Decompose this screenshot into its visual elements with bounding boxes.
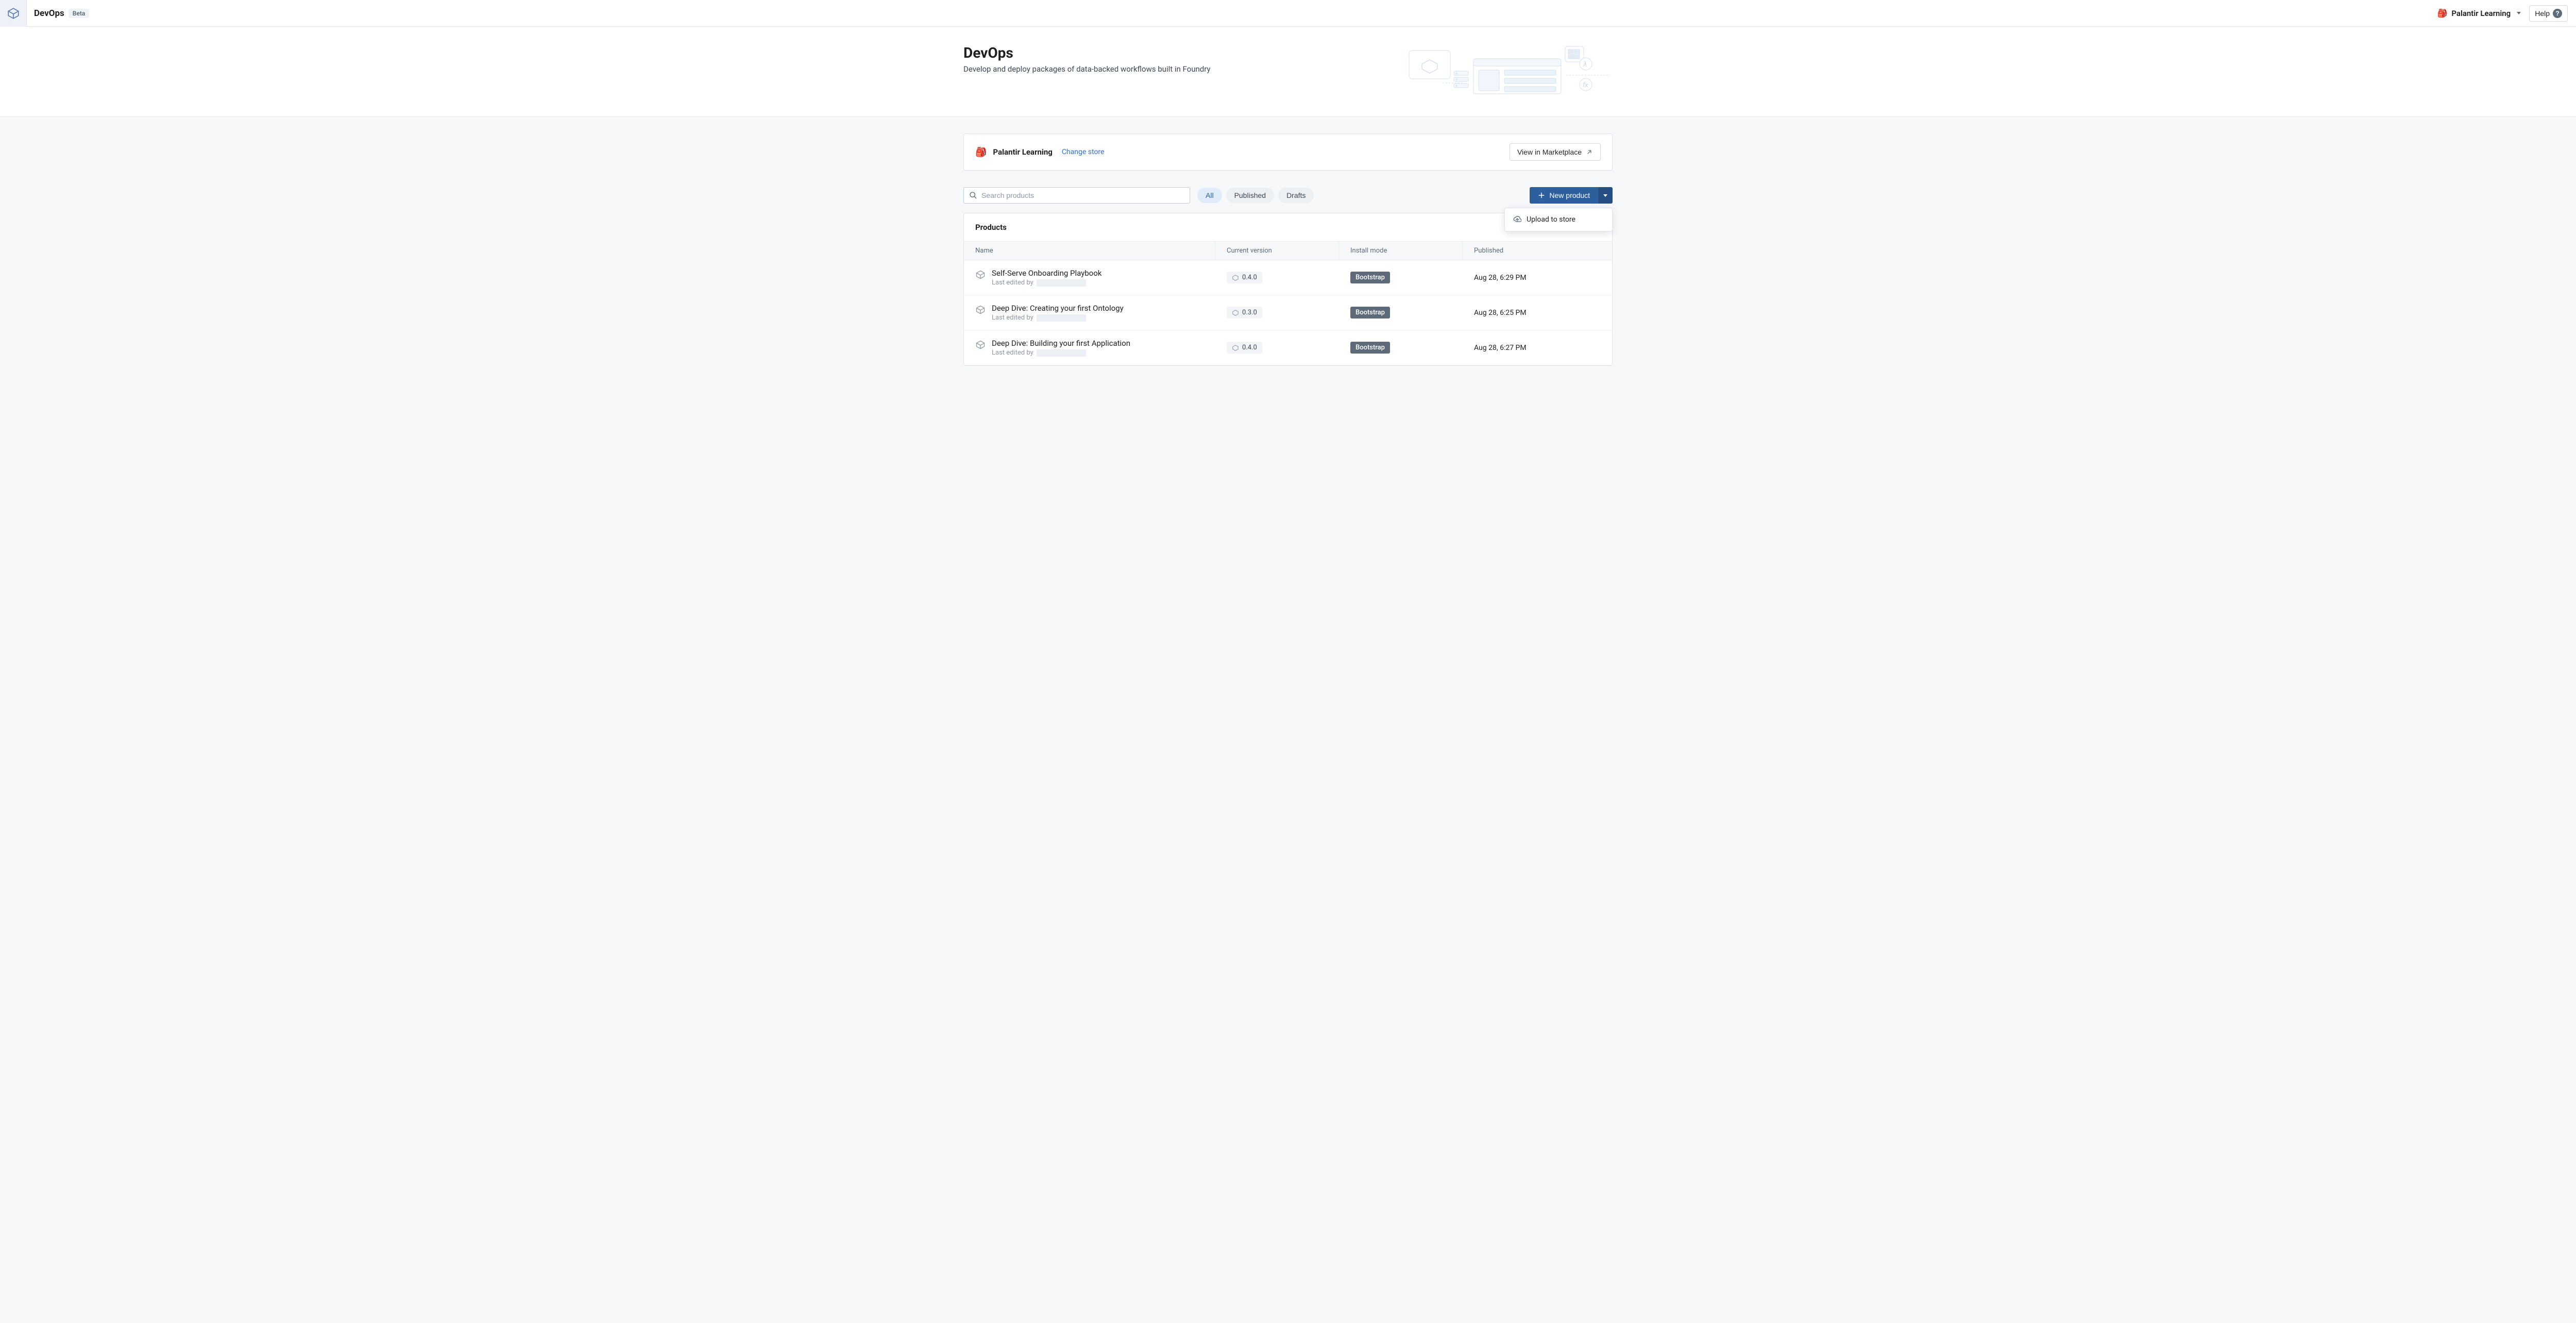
help-icon: ? — [2553, 9, 2562, 18]
tag-icon — [1232, 274, 1239, 281]
filter-pills: All Published Drafts — [1197, 188, 1314, 203]
view-marketplace-button[interactable]: View in Marketplace — [1510, 143, 1601, 161]
svg-text:+: + — [1455, 77, 1458, 82]
app-icon[interactable] — [0, 0, 27, 27]
page-title: DevOps — [963, 44, 1211, 61]
search-icon — [969, 191, 977, 199]
package-icon — [975, 340, 986, 350]
filter-drafts[interactable]: Drafts — [1278, 188, 1314, 203]
view-marketplace-label: View in Marketplace — [1517, 148, 1582, 156]
redacted-user — [1037, 314, 1086, 322]
last-edited: Last edited by — [992, 314, 1124, 322]
help-label: Help — [2535, 9, 2550, 18]
help-button[interactable]: Help ? — [2529, 5, 2568, 22]
plus-icon — [1538, 192, 1545, 199]
page-body: 🎒 Palantir Learning Change store View in… — [0, 117, 2576, 1323]
external-link-icon — [1586, 148, 1593, 156]
hero-illustration: λ fx + + + — [1406, 44, 1613, 98]
product-name: Deep Dive: Creating your first Ontology — [992, 304, 1124, 313]
install-mode-chip: Bootstrap — [1350, 272, 1390, 283]
version-chip: 0.4.0 — [1227, 342, 1262, 354]
upload-to-store-label: Upload to store — [1527, 215, 1575, 224]
last-edited: Last edited by — [992, 279, 1101, 287]
app-title: DevOps — [34, 8, 64, 19]
col-name: Name — [964, 242, 1215, 260]
change-store-link[interactable]: Change store — [1062, 148, 1105, 156]
upload-to-store-item[interactable]: Upload to store — [1505, 211, 1612, 228]
table-row[interactable]: Deep Dive: Building your first Applicati… — [964, 330, 1612, 365]
published-time: Aug 28, 6:25 PM — [1474, 309, 1527, 317]
new-product-dropdown-button[interactable] — [1598, 187, 1613, 204]
search-box[interactable] — [963, 187, 1190, 204]
org-name: Palantir Learning — [2451, 9, 2511, 18]
install-mode-chip: Bootstrap — [1350, 307, 1390, 319]
topbar: DevOps Beta 🎒 Palantir Learning Help ? — [0, 0, 2576, 27]
beta-badge: Beta — [69, 9, 90, 18]
published-time: Aug 28, 6:27 PM — [1474, 344, 1527, 352]
svg-text:+: + — [1455, 83, 1458, 88]
search-input[interactable] — [981, 191, 1184, 199]
filter-all[interactable]: All — [1197, 188, 1222, 203]
version-chip: 0.3.0 — [1227, 307, 1262, 319]
new-product-group: New product — [1530, 187, 1613, 204]
products-card: Products Name Current version Install mo… — [963, 213, 1613, 366]
install-mode-chip: Bootstrap — [1350, 342, 1390, 354]
chevron-down-icon — [1603, 194, 1607, 197]
version-chip: 0.4.0 — [1227, 272, 1262, 283]
new-product-label: New product — [1549, 191, 1590, 199]
products-toolbar: All Published Drafts New product — [963, 187, 1613, 204]
package-icon — [975, 270, 986, 280]
published-time: Aug 28, 6:29 PM — [1474, 274, 1527, 282]
store-banner: 🎒 Palantir Learning Change store View in… — [963, 133, 1613, 171]
backpack-icon: 🎒 — [975, 147, 987, 158]
product-name: Deep Dive: Building your first Applicati… — [992, 339, 1130, 348]
tag-icon — [1232, 344, 1239, 351]
store-name: Palantir Learning — [993, 147, 1052, 157]
devops-box-icon — [7, 7, 20, 20]
last-edited: Last edited by — [992, 349, 1130, 357]
svg-text:fx: fx — [1583, 81, 1588, 89]
filter-published[interactable]: Published — [1226, 188, 1275, 203]
hero-section: DevOps Develop and deploy packages of da… — [0, 27, 2576, 117]
redacted-user — [1037, 279, 1086, 287]
redacted-user — [1037, 349, 1086, 357]
svg-text:λ: λ — [1583, 60, 1587, 69]
svg-text:+: + — [1455, 71, 1458, 76]
chevron-down-icon — [2517, 12, 2521, 14]
page-subtitle: Develop and deploy packages of data-back… — [963, 64, 1211, 74]
table-row[interactable]: Self-Serve Onboarding Playbook Last edit… — [964, 260, 1612, 295]
table-row[interactable]: Deep Dive: Creating your first Ontology … — [964, 295, 1612, 330]
upload-icon — [1513, 215, 1521, 224]
backpack-icon: 🎒 — [2437, 8, 2447, 18]
products-table-header: Name Current version Install mode Publis… — [964, 241, 1612, 260]
org-selector[interactable]: 🎒 Palantir Learning — [2437, 8, 2521, 18]
package-icon — [975, 305, 986, 315]
tag-icon — [1232, 309, 1239, 316]
topbar-left: DevOps Beta — [0, 0, 89, 27]
products-table-body: Self-Serve Onboarding Playbook Last edit… — [964, 260, 1612, 365]
col-install: Install mode — [1339, 242, 1463, 260]
product-name: Self-Serve Onboarding Playbook — [992, 269, 1101, 278]
topbar-right: 🎒 Palantir Learning Help ? — [2437, 5, 2568, 22]
col-published: Published — [1463, 242, 1612, 260]
col-version: Current version — [1215, 242, 1339, 260]
new-product-dropdown-menu: Upload to store — [1504, 208, 1613, 231]
new-product-button[interactable]: New product — [1530, 187, 1598, 204]
